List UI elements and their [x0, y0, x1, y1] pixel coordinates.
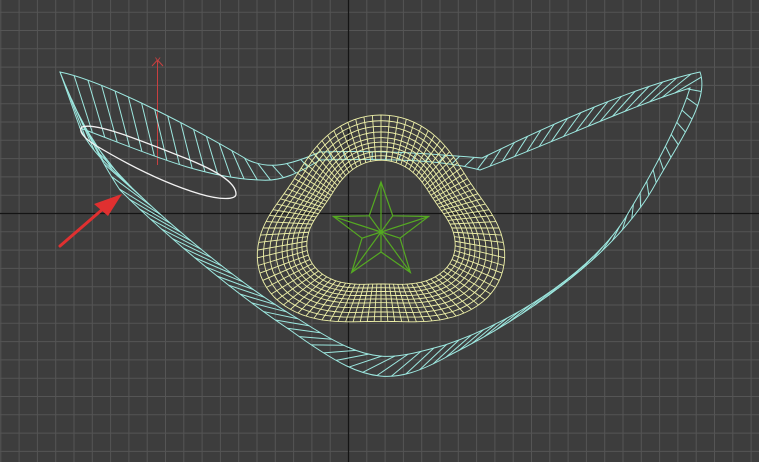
wing-mesh-edge	[590, 246, 603, 262]
wing-mesh-edge	[458, 329, 484, 351]
wing-mesh-edge	[286, 163, 297, 174]
wing-mesh-edge	[568, 265, 584, 280]
wing-mesh-edge	[119, 188, 162, 216]
wing-mesh-edge	[509, 304, 531, 322]
wing-mesh-edge	[205, 266, 244, 283]
wing-mesh-edge	[114, 90, 131, 147]
wing-mesh-edge	[129, 198, 171, 224]
wing-mesh-edge	[271, 164, 284, 179]
ring-mesh-edge	[355, 119, 367, 163]
ring-mesh-edge	[395, 119, 407, 163]
wing-mesh-edge	[665, 146, 672, 158]
wing-mesh-edge	[545, 282, 564, 298]
wing-mesh-edge	[601, 236, 612, 252]
ring-mesh-edge	[283, 273, 323, 306]
wing-mesh-edge	[239, 293, 276, 306]
viewport-canvas[interactable]: Y	[0, 0, 759, 462]
viewport-3d[interactable]: Y	[0, 0, 759, 462]
wing-mesh-edge	[496, 311, 520, 330]
wing-mesh-edge	[141, 102, 155, 157]
wing-mesh-edge	[362, 355, 396, 373]
gizmo-y-axis-label: Y	[154, 57, 161, 67]
annotation-arrow	[58, 194, 122, 248]
wing-mesh-edge	[139, 208, 181, 233]
wing-mesh-edge	[103, 163, 142, 198]
wing-mesh-edge	[194, 257, 233, 275]
wing-mesh-edge	[670, 134, 679, 146]
wing-mesh-edge	[484, 317, 508, 337]
ring-mesh-edge	[439, 273, 479, 306]
star-mesh-edge	[333, 215, 382, 233]
wing-mesh-edge	[681, 109, 693, 120]
wing-mesh-edge	[127, 96, 143, 152]
wing-mesh-edge	[257, 163, 271, 181]
wing-mesh-edge	[65, 85, 87, 140]
wing-mesh-edge	[323, 349, 356, 354]
wing-mesh-edge	[180, 122, 193, 169]
wing-mesh-edge	[231, 150, 245, 180]
wing-mesh-edge	[646, 181, 650, 196]
wing-mesh-edge	[59, 71, 81, 129]
wing-mesh-edge	[652, 169, 657, 183]
